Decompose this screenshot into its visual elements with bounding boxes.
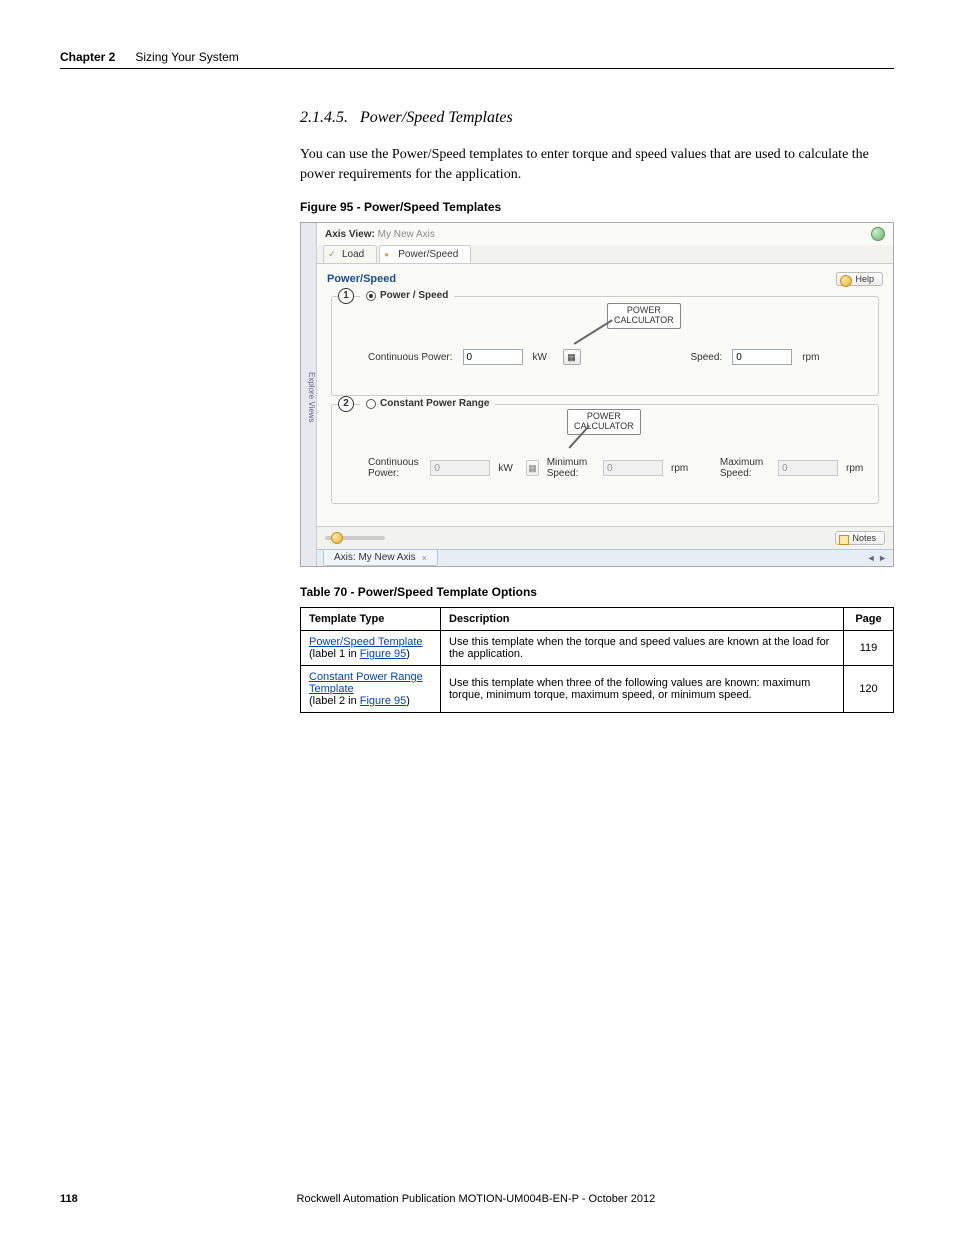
ref-prefix-1: (label 2 in bbox=[309, 695, 360, 707]
desc-1: Use this template when three of the foll… bbox=[441, 666, 844, 713]
power-calculator-label-2: POWER CALCULATOR bbox=[567, 409, 641, 435]
close-tab-icon[interactable]: × bbox=[422, 553, 427, 563]
chapter-label: Chapter 2 bbox=[60, 50, 115, 64]
max-speed-unit: rpm bbox=[846, 463, 866, 474]
template-options-table: Template Type Description Page Power/Spe… bbox=[300, 607, 894, 713]
group-constant-power-label: Constant Power Range bbox=[380, 398, 489, 409]
speed-unit: rpm bbox=[802, 352, 822, 363]
th-page: Page bbox=[844, 608, 894, 631]
explorer-sidebar[interactable]: Explore Views bbox=[301, 223, 317, 566]
min-speed-label: Minimum Speed: bbox=[547, 457, 595, 479]
continuous-power-input-2 bbox=[430, 460, 490, 476]
publication-info: Rockwell Automation Publication MOTION-U… bbox=[297, 1193, 656, 1205]
continuous-power-label-2: Continuous Power: bbox=[368, 457, 422, 479]
warning-dot-icon bbox=[384, 249, 394, 259]
context-help-icon[interactable] bbox=[871, 227, 885, 241]
group-constant-power-range: 2 Constant Power Range POWER CALCULATOR … bbox=[331, 404, 879, 504]
link-figure95-0[interactable]: Figure 95 bbox=[360, 648, 406, 660]
table-row: Constant Power Range Template (label 2 i… bbox=[301, 666, 894, 713]
link-power-speed-template[interactable]: Power/Speed Template bbox=[309, 636, 423, 648]
tab-strip: Load Power/Speed bbox=[317, 245, 893, 264]
group-power-speed: 1 Power / Speed POWER CALCULATOR Continu… bbox=[331, 296, 879, 396]
axis-view-label: Axis View: bbox=[325, 229, 375, 240]
min-speed-input bbox=[603, 460, 663, 476]
callout-1: 1 bbox=[338, 288, 354, 304]
min-speed-unit: rpm bbox=[671, 463, 691, 474]
max-speed-label: Maximum Speed: bbox=[720, 457, 770, 479]
document-tab-strip: Axis: My New Axis × ◄ ► bbox=[317, 549, 893, 566]
axis-view-titlebar: Axis View: My New Axis bbox=[317, 223, 893, 245]
speed-input[interactable] bbox=[732, 349, 792, 365]
section-title: Power/Speed Templates bbox=[360, 109, 513, 126]
tab-power-speed-label: Power/Speed bbox=[398, 249, 458, 260]
notes-button[interactable]: Notes bbox=[835, 531, 885, 545]
page-footer: 118 Rockwell Automation Publication MOTI… bbox=[60, 1193, 894, 1205]
chapter-title: Sizing Your System bbox=[135, 50, 238, 64]
table-row: Power/Speed Template (label 1 in Figure … bbox=[301, 631, 894, 666]
th-template-type: Template Type bbox=[301, 608, 441, 631]
screenshot-figure: Explore Views Axis View: My New Axis Loa… bbox=[300, 222, 894, 567]
section-number: 2.1.4.5. bbox=[300, 109, 348, 126]
content-area: 2.1.4.5. Power/Speed Templates You can u… bbox=[300, 109, 894, 713]
page-number: 118 bbox=[60, 1193, 78, 1205]
group-constant-power-legend: Constant Power Range bbox=[360, 398, 495, 409]
panel-title: Power/Speed bbox=[327, 273, 396, 285]
check-icon bbox=[328, 249, 338, 259]
th-description: Description bbox=[441, 608, 844, 631]
calculator-button-2[interactable]: ▦ bbox=[526, 460, 538, 476]
running-header: Chapter 2 Sizing Your System bbox=[60, 50, 894, 69]
section-heading: 2.1.4.5. Power/Speed Templates bbox=[300, 109, 894, 127]
power-calculator-label-1: POWER CALCULATOR bbox=[607, 303, 681, 329]
tab-power-speed[interactable]: Power/Speed bbox=[379, 245, 471, 263]
link-figure95-1[interactable]: Figure 95 bbox=[360, 695, 406, 707]
callout-line-1 bbox=[574, 319, 613, 344]
link-constant-power-range-template[interactable]: Constant Power Range Template bbox=[309, 671, 423, 695]
figure-caption: Figure 95 - Power/Speed Templates bbox=[300, 200, 894, 214]
panel-footer: Notes bbox=[317, 526, 893, 549]
tab-load-label: Load bbox=[342, 249, 364, 260]
navigation-slider[interactable] bbox=[325, 536, 385, 540]
continuous-power-unit-2: kW bbox=[498, 463, 518, 474]
table-caption: Table 70 - Power/Speed Template Options bbox=[300, 585, 894, 599]
ref-suffix-0: ) bbox=[406, 648, 410, 660]
tab-load[interactable]: Load bbox=[323, 245, 377, 263]
continuous-power-input-1[interactable] bbox=[463, 349, 523, 365]
document-tab-label: Axis: My New Axis bbox=[334, 552, 416, 563]
max-speed-input bbox=[778, 460, 838, 476]
page-1: 120 bbox=[844, 666, 894, 713]
calculator-button-1[interactable]: ▦ bbox=[563, 349, 581, 365]
ref-prefix-0: (label 1 in bbox=[309, 648, 360, 660]
slider-knob-icon[interactable] bbox=[331, 532, 343, 544]
radio-constant-power-range[interactable] bbox=[366, 399, 376, 409]
radio-power-speed[interactable] bbox=[366, 291, 376, 301]
section-body: You can use the Power/Speed templates to… bbox=[300, 145, 894, 184]
axis-view-value: My New Axis bbox=[378, 229, 435, 240]
document-tab-axis[interactable]: Axis: My New Axis × bbox=[323, 550, 438, 566]
group-power-speed-legend: Power / Speed bbox=[360, 290, 454, 301]
continuous-power-label-1: Continuous Power: bbox=[368, 352, 453, 363]
speed-label: Speed: bbox=[691, 352, 723, 363]
ref-suffix-1: ) bbox=[406, 695, 410, 707]
tab-nav-arrows[interactable]: ◄ ► bbox=[867, 553, 887, 563]
group-power-speed-label: Power / Speed bbox=[380, 290, 448, 301]
desc-0: Use this template when the torque and sp… bbox=[441, 631, 844, 666]
callout-2: 2 bbox=[338, 396, 354, 412]
continuous-power-unit-1: kW bbox=[533, 352, 553, 363]
help-button[interactable]: Help bbox=[836, 272, 883, 286]
page-0: 119 bbox=[844, 631, 894, 666]
